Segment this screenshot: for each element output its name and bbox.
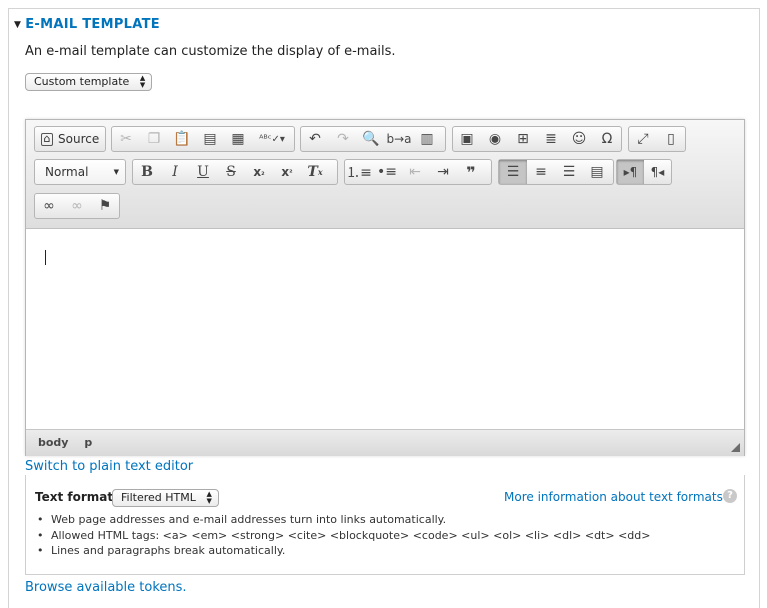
toolbar-group-links: ∞ ∞ ⚑ xyxy=(34,193,120,219)
special-char-icon[interactable]: Ω xyxy=(593,127,621,151)
find-icon[interactable]: 🔍 xyxy=(357,127,385,151)
smiley-icon[interactable]: ☺ xyxy=(565,127,593,151)
image-icon[interactable]: ▣ xyxy=(453,127,481,151)
tip-item: Allowed HTML tags: <a> <em> <strong> <ci… xyxy=(37,529,650,545)
source-button-label: Source xyxy=(58,132,100,146)
redo-icon[interactable]: ↷ xyxy=(329,127,357,151)
replace-icon[interactable]: b→a xyxy=(385,127,413,151)
undo-icon[interactable]: ↶ xyxy=(301,127,329,151)
strikethrough-icon[interactable]: S xyxy=(217,160,245,184)
text-format-select[interactable]: Filtered HTML ▲ ▼ xyxy=(112,489,219,507)
toolbar-group-source: ⌂ Source xyxy=(34,126,106,152)
paste-text-icon[interactable]: ▤ xyxy=(196,127,224,151)
justify-icon[interactable]: ▤ xyxy=(583,160,611,184)
align-center-icon[interactable]: ≡ xyxy=(527,160,555,184)
paragraph-format-value: Normal xyxy=(45,165,89,179)
element-path-bar: body p xyxy=(26,429,744,456)
blockquote-icon[interactable]: ❞ xyxy=(457,160,485,184)
source-icon: ⌂ xyxy=(41,132,53,146)
maximize-icon[interactable]: ⤢ xyxy=(629,127,657,151)
fieldset-legend[interactable]: ▼ E-MAIL TEMPLATE xyxy=(14,17,160,32)
anchor-icon[interactable]: ⚑ xyxy=(91,194,119,218)
tip-item: Lines and paragraphs break automatically… xyxy=(37,544,650,560)
outdent-icon[interactable]: ⇤ xyxy=(401,160,429,184)
subscript-icon[interactable]: x₂ xyxy=(245,160,273,184)
browse-tokens-link[interactable]: Browse available tokens. xyxy=(25,580,187,595)
numbered-list-icon[interactable]: ⒈≡ xyxy=(345,160,373,184)
combo-caret-icon: ▼ xyxy=(113,168,119,176)
template-select-value: Custom template xyxy=(34,75,130,88)
select-arrows-icon: ▲ ▼ xyxy=(206,490,212,505)
select-arrows-icon: ▲ ▼ xyxy=(139,74,146,89)
copy-icon[interactable]: ❐ xyxy=(140,127,168,151)
flash-icon[interactable]: ◉ xyxy=(481,127,509,151)
toolbar-group-lists: ⒈≡ •≡ ⇤ ⇥ ❞ xyxy=(344,159,492,185)
italic-icon[interactable]: I xyxy=(161,160,189,184)
ltr-direction-icon[interactable]: ▸¶ xyxy=(617,160,644,184)
rtl-direction-icon[interactable]: ¶◂ xyxy=(644,160,671,184)
switch-plain-text-link[interactable]: Switch to plain text editor xyxy=(25,459,193,474)
spellcheck-icon[interactable]: ᴬᴮᶜ✓▾ xyxy=(252,127,292,151)
text-cursor xyxy=(45,250,46,265)
indent-icon[interactable]: ⇥ xyxy=(429,160,457,184)
toolbar-group-clipboard: ✂ ❐ 📋 ▤ ▦ ᴬᴮᶜ✓▾ xyxy=(111,126,295,152)
tip-item: Web page addresses and e-mail addresses … xyxy=(37,513,650,529)
resize-handle-icon[interactable] xyxy=(731,443,740,452)
text-format-wrapper: Text format Filtered HTML ▲ ▼ More inform… xyxy=(25,475,745,575)
toolbar-group-tools: ⤢ ▯ xyxy=(628,126,686,152)
show-blocks-icon[interactable]: ▥ xyxy=(413,127,441,151)
path-item-body[interactable]: body xyxy=(38,436,68,449)
remove-format-icon[interactable]: Tx xyxy=(301,160,329,184)
text-format-select-value: Filtered HTML xyxy=(121,491,196,504)
paste-icon[interactable]: 📋 xyxy=(168,127,196,151)
show-borders-icon[interactable]: ▯ xyxy=(657,127,685,151)
help-icon[interactable]: ? xyxy=(723,489,737,503)
collapse-triangle-icon[interactable]: ▼ xyxy=(14,20,21,30)
text-format-tips: Web page addresses and e-mail addresses … xyxy=(37,513,650,560)
path-item-p[interactable]: p xyxy=(84,436,92,449)
text-format-label: Text format xyxy=(35,490,114,504)
toolbar-group-insert: ▣ ◉ ⊞ ≣ ☺ Ω xyxy=(452,126,622,152)
toolbar-group-edit: ↶ ↷ 🔍 b→a ▥ xyxy=(300,126,446,152)
fieldset-title[interactable]: E-MAIL TEMPLATE xyxy=(25,17,160,32)
bulleted-list-icon[interactable]: •≡ xyxy=(373,160,401,184)
template-select[interactable]: Custom template ▲ ▼ xyxy=(25,73,153,91)
link-icon[interactable]: ∞ xyxy=(35,194,63,218)
toolbar-group-basicstyles: B I U S x₂ x² Tx xyxy=(132,159,338,185)
align-right-icon[interactable]: ☰ xyxy=(555,160,583,184)
bold-icon[interactable]: B xyxy=(133,160,161,184)
superscript-icon[interactable]: x² xyxy=(273,160,301,184)
cut-icon[interactable]: ✂ xyxy=(112,127,140,151)
horizontal-rule-icon[interactable]: ≣ xyxy=(537,127,565,151)
toolbar-group-direction: ▸¶ ¶◂ xyxy=(616,159,672,185)
paste-word-icon[interactable]: ▦ xyxy=(224,127,252,151)
rich-text-editor: ⌂ Source ✂ ❐ 📋 ▤ ▦ ᴬᴮᶜ✓▾ ↶ ↷ 🔍 b→a ▥ ▣ ◉… xyxy=(25,119,745,456)
source-button[interactable]: ⌂ Source xyxy=(35,127,107,151)
table-icon[interactable]: ⊞ xyxy=(509,127,537,151)
toolbar-group-align: ☰ ≡ ☰ ▤ xyxy=(498,159,614,185)
unlink-icon[interactable]: ∞ xyxy=(63,194,91,218)
paragraph-format-combo[interactable]: Normal ▼ xyxy=(34,159,126,185)
more-info-text-formats-link[interactable]: More information about text formats xyxy=(504,490,723,504)
fieldset-description: An e-mail template can customize the dis… xyxy=(25,44,396,59)
align-left-icon[interactable]: ☰ xyxy=(499,160,527,184)
editor-content-area[interactable] xyxy=(26,229,744,429)
underline-icon[interactable]: U xyxy=(189,160,217,184)
editor-toolbar: ⌂ Source ✂ ❐ 📋 ▤ ▦ ᴬᴮᶜ✓▾ ↶ ↷ 🔍 b→a ▥ ▣ ◉… xyxy=(26,120,744,229)
